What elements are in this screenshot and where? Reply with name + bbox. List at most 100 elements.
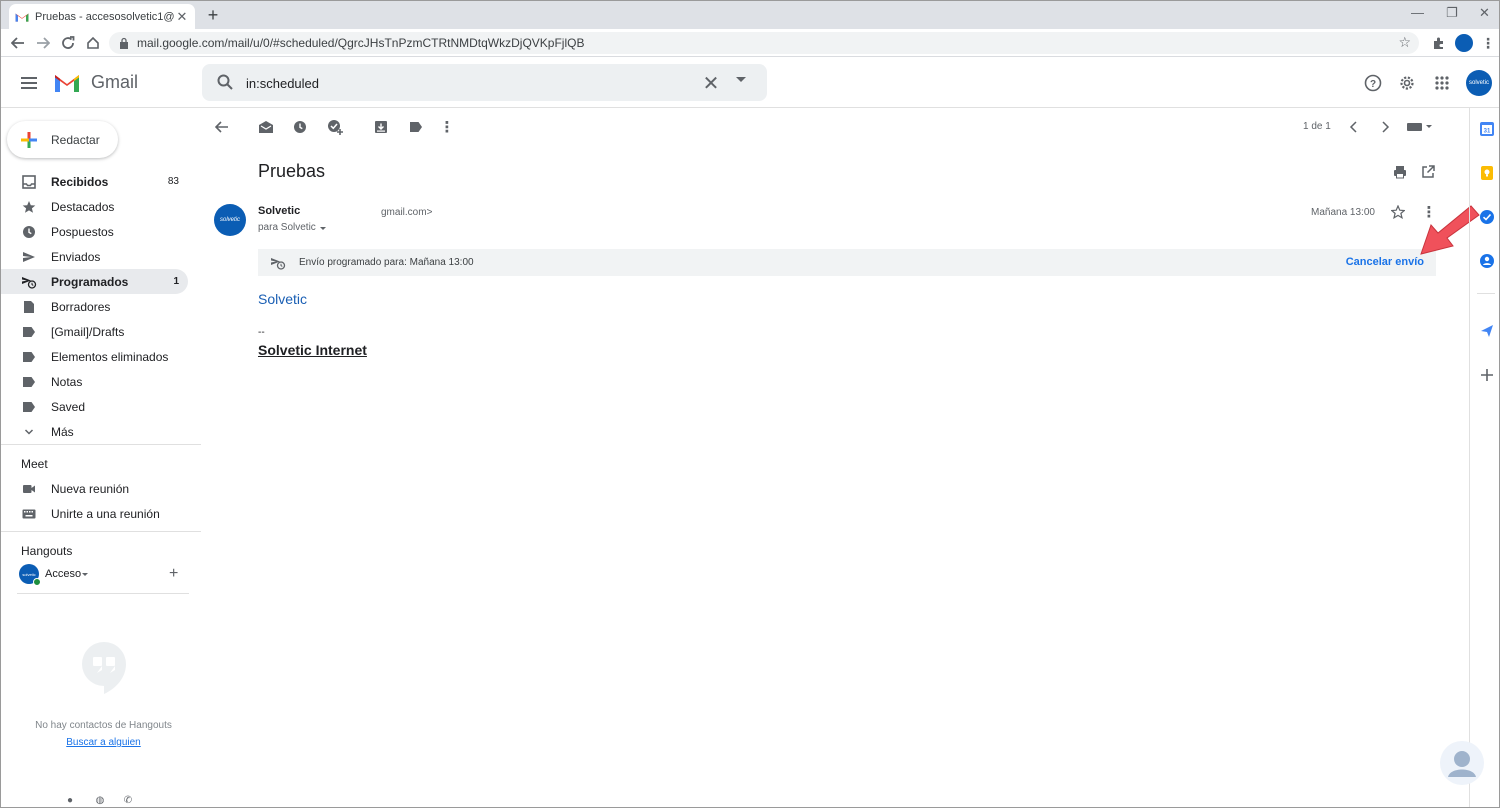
browser-toolbar: mail.google.com/mail/u/0/#scheduled/Qgrc…	[1, 29, 1499, 57]
keep-icon[interactable]	[1479, 165, 1495, 181]
divider	[1477, 293, 1495, 294]
profile-avatar[interactable]	[1454, 33, 1474, 53]
send-icon	[21, 249, 37, 265]
window-close-icon[interactable]: ✕	[1479, 5, 1490, 21]
minimize-icon[interactable]: —	[1411, 5, 1424, 20]
sidebar-item-borradores[interactable]: Borradores	[1, 294, 188, 319]
reload-icon[interactable]	[58, 33, 78, 53]
label-as-icon[interactable]	[407, 118, 425, 136]
message-subject: Pruebas	[258, 161, 326, 181]
divider	[17, 593, 189, 594]
open-new-window-icon[interactable]	[1419, 163, 1437, 181]
browser-menu-icon[interactable]: ⋮	[1478, 33, 1498, 53]
gmail-header: Gmail ✕ ? solvetic	[1, 58, 1499, 108]
globe-icon[interactable]: ◍	[93, 795, 107, 807]
inbox-icon	[21, 174, 37, 190]
sidebar-item-pospuestos[interactable]: Pospuestos	[1, 219, 188, 244]
contacts-icon[interactable]	[1479, 253, 1495, 269]
forward-icon[interactable]	[33, 33, 53, 53]
star-icon	[21, 199, 37, 215]
sidebar-item-programados[interactable]: Programados 1	[1, 269, 188, 294]
more-actions-icon[interactable]: ⋮	[438, 118, 456, 136]
sender-name[interactable]: Solvetic	[258, 205, 300, 217]
keyboard-icon	[21, 506, 37, 522]
sidebar-item-label: [Gmail]/Drafts	[51, 325, 125, 339]
main-menu-icon[interactable]	[18, 72, 40, 94]
tab-title: Pruebas - accesosolvetic1@gmail	[35, 10, 175, 23]
add-to-tasks-icon[interactable]	[326, 118, 344, 136]
label-icon	[21, 349, 37, 365]
message-body-text: Solvetic	[258, 291, 308, 307]
browser-tab[interactable]: Pruebas - accesosolvetic1@gmail ✕	[9, 4, 195, 29]
address-bar[interactable]: mail.google.com/mail/u/0/#scheduled/Qgrc…	[109, 32, 1419, 54]
gmail-logo-icon[interactable]	[53, 72, 81, 94]
back-icon[interactable]	[8, 33, 28, 53]
clock-icon	[21, 224, 37, 240]
sender-avatar[interactable]: solvetic	[214, 204, 246, 236]
chevron-down-icon[interactable]	[82, 573, 88, 576]
help-icon[interactable]: ?	[1362, 72, 1384, 94]
apps-grid-icon[interactable]	[1431, 72, 1453, 94]
home-icon[interactable]	[83, 33, 103, 53]
scheduled-send-banner: Envío programado para: Mañana 13:00 Canc…	[258, 249, 1436, 276]
hangouts-bottom-tabs: ● ◍ ✆	[57, 793, 147, 807]
calendar-icon[interactable]: 31	[1479, 121, 1495, 137]
search-icon[interactable]	[216, 73, 234, 91]
compose-button[interactable]: Redactar	[7, 121, 118, 158]
extensions-icon[interactable]	[1429, 33, 1449, 53]
sidebar-item-elementos-eliminados[interactable]: Elementos eliminados	[1, 344, 188, 369]
get-addons-plus-icon[interactable]	[1479, 367, 1495, 383]
new-tab-button[interactable]: +	[203, 5, 223, 25]
add-contact-icon[interactable]: +	[169, 565, 178, 583]
svg-text:31: 31	[1484, 129, 1491, 135]
addon-send-icon[interactable]	[1479, 323, 1495, 339]
watermark-logo	[1440, 741, 1484, 785]
sidebar-item-recibidos[interactable]: Recibidos 83	[1, 169, 188, 194]
sidebar-item-label: Saved	[51, 400, 86, 414]
signature-company-link[interactable]: Solvetic Internet	[258, 342, 367, 358]
back-to-list-icon[interactable]	[213, 118, 231, 136]
sidebar-item-gmail-drafts[interactable]: [Gmail]/Drafts	[1, 319, 188, 344]
new-meeting-label: Nueva reunión	[51, 482, 130, 496]
app-name: Gmail	[91, 72, 139, 92]
search-input[interactable]	[246, 73, 676, 93]
mark-unread-icon[interactable]	[257, 118, 275, 136]
settings-gear-icon[interactable]	[1396, 72, 1418, 94]
phone-icon[interactable]: ✆	[121, 795, 135, 807]
move-to-icon[interactable]	[372, 118, 390, 136]
search-options-icon[interactable]	[736, 77, 746, 82]
prev-message-icon[interactable]	[1345, 118, 1363, 136]
restore-icon[interactable]: ❐	[1446, 5, 1458, 21]
account-avatar[interactable]: solvetic	[1466, 70, 1492, 96]
chevron-down-icon	[21, 424, 37, 440]
sidebar-item-notas[interactable]: Notas	[1, 369, 188, 394]
sidebar-item-saved[interactable]: Saved	[1, 394, 188, 419]
side-panel: 31	[1469, 108, 1499, 807]
tab-strip: Pruebas - accesosolvetic1@gmail ✕ + — ❐ …	[1, 1, 1499, 29]
input-tools-keyboard-icon[interactable]	[1406, 118, 1434, 136]
join-meeting-label: Unirte a una reunión	[51, 507, 160, 521]
svg-text:?: ?	[1370, 79, 1376, 90]
signature-separator: --	[258, 327, 265, 338]
label-icon	[21, 374, 37, 390]
clear-search-icon[interactable]: ✕	[700, 71, 722, 96]
show-details-icon[interactable]	[320, 227, 326, 230]
sidebar-item-mas[interactable]: Más	[1, 419, 188, 444]
print-icon[interactable]	[1391, 163, 1409, 181]
scheduled-count: 1	[173, 276, 179, 287]
tab-close-icon[interactable]: ✕	[175, 9, 189, 25]
new-meeting-item[interactable]: Nueva reunión	[1, 476, 188, 501]
sidebar-item-destacados[interactable]: Destacados	[1, 194, 188, 219]
tasks-icon[interactable]	[1479, 209, 1495, 225]
join-meeting-item[interactable]: Unirte a una reunión	[1, 501, 188, 526]
sidebar-item-enviados[interactable]: Enviados	[1, 244, 188, 269]
next-message-icon[interactable]	[1376, 118, 1394, 136]
snooze-clock-icon[interactable]	[291, 118, 309, 136]
person-icon[interactable]: ●	[63, 795, 77, 807]
hangouts-user[interactable]: solvetic Acceso +	[19, 564, 189, 588]
hangouts-user-name: Acceso	[45, 568, 82, 580]
star-message-icon[interactable]	[1389, 203, 1407, 221]
find-someone-link[interactable]: Buscar a alguien	[1, 737, 206, 748]
recipient-line: para Solvetic	[258, 222, 316, 233]
bookmark-star-icon[interactable]: ☆	[1398, 34, 1411, 51]
